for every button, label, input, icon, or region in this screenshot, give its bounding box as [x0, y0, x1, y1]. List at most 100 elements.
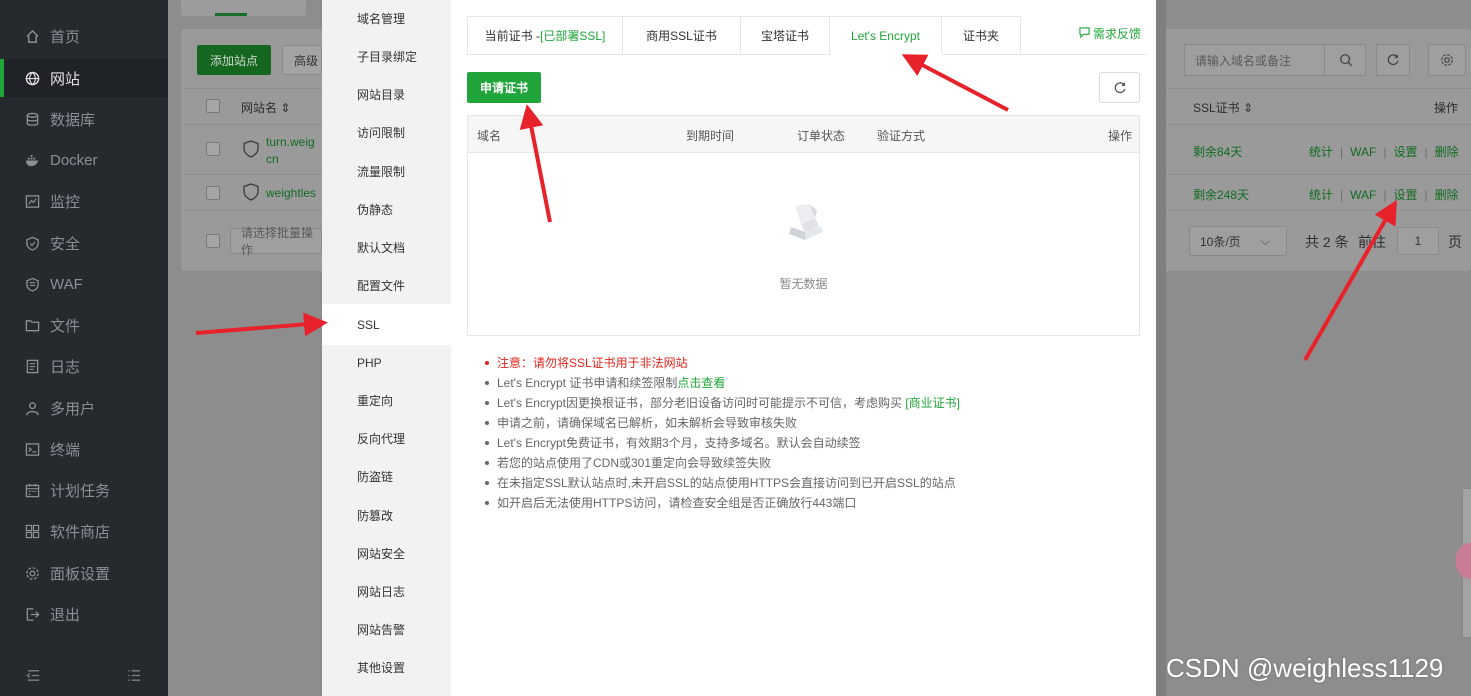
sidebar-item-store[interactable]: 软件商店	[0, 512, 168, 550]
sidebar-item-logout[interactable]: 退出	[0, 595, 168, 633]
menu-item-site-directory[interactable]: 网站目录	[322, 74, 451, 115]
note-item: 注意：请勿将SSL证书用于非法网站	[485, 353, 1135, 373]
sidebar-item-label: 软件商店	[50, 523, 111, 541]
collapse-icon[interactable]	[26, 668, 41, 687]
sidebar-item-files[interactable]: 文件	[0, 306, 168, 344]
batch-action-select[interactable]: 请选择批量操作	[230, 226, 322, 257]
settings-icon[interactable]	[1428, 44, 1466, 76]
settings-link[interactable]: 设置	[1393, 188, 1417, 202]
globe-icon	[25, 71, 40, 86]
select-all-checkbox[interactable]	[206, 99, 220, 113]
sidebar-item-label: Docker	[50, 151, 98, 169]
settings-link[interactable]: 设置	[1393, 145, 1417, 159]
stats-link[interactable]: 统计	[1309, 188, 1333, 202]
feedback-link[interactable]: 需求反馈	[1079, 25, 1141, 42]
sidebar-item-settings[interactable]: 面板设置	[0, 554, 168, 592]
batch-checkbox[interactable]	[206, 234, 220, 248]
waf-link[interactable]: WAF	[1350, 145, 1376, 159]
stats-link[interactable]: 统计	[1309, 145, 1333, 159]
calendar-icon	[25, 483, 40, 498]
menu-item-reverse-proxy[interactable]: 反向代理	[322, 418, 451, 459]
cert-table: 域名 到期时间 订单状态 验证方式 操作 暂无数据	[467, 115, 1140, 336]
site-name-link[interactable]: turn.weig cn	[266, 134, 315, 168]
site-name-link[interactable]: weightles	[266, 186, 316, 200]
search-icon[interactable]	[1324, 44, 1366, 76]
refresh-icon[interactable]	[1099, 72, 1140, 103]
menu-item-default-doc[interactable]: 默认文档	[322, 227, 451, 268]
sidebar-item-docker[interactable]: Docker	[0, 141, 168, 179]
page-size-select[interactable]: 10条/页 ⌵	[1189, 226, 1287, 256]
menu-item-site-security[interactable]: 网站安全	[322, 533, 451, 574]
sidebar-item-security[interactable]: 安全	[0, 224, 168, 262]
menu-item-subdirectory[interactable]: 子目录绑定	[322, 36, 451, 77]
tab-commercial-ssl[interactable]: 商用SSL证书	[623, 17, 741, 55]
empty-state-text: 暂无数据	[779, 277, 828, 291]
sidebar-item-label: 计划任务	[50, 482, 111, 500]
note-item: Let's Encrypt因更换根证书，部分老旧设备访问时可能提示不可信，考虑购…	[485, 393, 1135, 413]
note-item: 申请之前，请确保域名已解析，如未解析会导致审核失败	[485, 413, 1135, 433]
menu-item-site-alerts[interactable]: 网站告警	[322, 609, 451, 650]
feedback-icon	[1079, 26, 1090, 41]
row-checkbox[interactable]	[206, 186, 220, 200]
tabs-divider	[1020, 54, 1147, 55]
sidebar-item-waf[interactable]: WAF	[0, 265, 168, 303]
store-icon	[25, 524, 40, 539]
delete-link[interactable]: 删除	[1435, 145, 1459, 159]
terminal-icon	[25, 442, 40, 457]
menu-item-ssl[interactable]: SSL	[322, 304, 451, 345]
menu-item-redirect[interactable]: 重定向	[322, 380, 451, 421]
ssl-column-header[interactable]: SSL证书 ⇕	[1193, 99, 1253, 116]
refresh-list-icon[interactable]	[1376, 44, 1410, 76]
sidebar-item-home[interactable]: 首页	[0, 17, 168, 55]
note-item: Let's Encrypt免费证书，有效期3个月，支持多域名。默认会自动续签	[485, 433, 1135, 453]
menu-item-php[interactable]: PHP	[322, 342, 451, 383]
menu-item-config-file[interactable]: 配置文件	[322, 265, 451, 306]
ssl-remaining: 剩余248天	[1193, 188, 1250, 202]
menu-item-other-settings[interactable]: 其他设置	[322, 647, 451, 688]
delete-link[interactable]: 删除	[1435, 188, 1459, 202]
view-limits-link[interactable]: 点击查看	[677, 376, 725, 390]
menu-list-icon[interactable]	[127, 668, 142, 687]
sidebar-item-monitor[interactable]: 监控	[0, 182, 168, 220]
sidebar-item-label: 多用户	[50, 400, 96, 418]
page-number-input[interactable]: 1	[1397, 227, 1439, 255]
commercial-cert-link[interactable]: [商业证书]	[905, 396, 960, 410]
chevron-down-icon: ⌵	[1260, 233, 1270, 248]
waf-icon	[25, 277, 40, 292]
sidebar-item-terminal[interactable]: 终端	[0, 430, 168, 468]
note-item: 在未指定SSL默认站点时,未开启SSL的站点使用HTTPS会直接访问到已开启SS…	[485, 473, 1135, 493]
tab-letsencrypt[interactable]: Let's Encrypt	[830, 17, 942, 55]
sidebar-item-cron[interactable]: 计划任务	[0, 471, 168, 509]
add-site-button[interactable]: 添加站点	[197, 45, 271, 75]
sidebar-item-database[interactable]: 数据库	[0, 100, 168, 138]
apply-cert-button[interactable]: 申请证书	[467, 72, 541, 103]
log-icon	[25, 359, 40, 374]
sidebar-item-label: 退出	[50, 606, 81, 624]
advanced-button[interactable]: 高级	[282, 45, 322, 75]
sidebar-item-logs[interactable]: 日志	[0, 347, 168, 385]
ssl-tabs: 当前证书 - [已部署SSL] 商用SSL证书 宝塔证书 Let's Encry…	[467, 16, 1021, 55]
menu-item-hotlink[interactable]: 防盗链	[322, 456, 451, 497]
row-actions: 统计 | WAF | 设置 | 删除	[1309, 188, 1459, 202]
menu-item-site-logs[interactable]: 网站日志	[322, 571, 451, 612]
tab-cert-folder[interactable]: 证书夹	[942, 17, 1021, 55]
waf-link[interactable]: WAF	[1350, 188, 1376, 202]
shield-icon	[25, 236, 40, 251]
sidebar-item-multiuser[interactable]: 多用户	[0, 389, 168, 427]
tab-current-cert[interactable]: 当前证书 - [已部署SSL]	[468, 17, 623, 55]
sidebar-item-website[interactable]: 网站	[0, 59, 168, 97]
page-suffix: 页	[1448, 234, 1462, 250]
dialog-menu: 域名管理 子目录绑定 网站目录 访问限制 流量限制 伪静态 默认文档 配置文件 …	[322, 0, 451, 696]
row-checkbox[interactable]	[206, 142, 220, 156]
menu-item-rewrite[interactable]: 伪静态	[322, 189, 451, 230]
menu-item-domains[interactable]: 域名管理	[322, 0, 451, 39]
site-name-column-header[interactable]: 网站名 ⇕	[241, 99, 290, 116]
menu-item-traffic-limit[interactable]: 流量限制	[322, 151, 451, 192]
cert-table-header: 域名 到期时间 订单状态 验证方式 操作	[468, 116, 1139, 153]
sidebar-item-label: 面板设置	[50, 565, 111, 583]
column-expire: 到期时间	[686, 129, 735, 143]
menu-item-access-limit[interactable]: 访问限制	[322, 112, 451, 153]
menu-item-tamper-proof[interactable]: 防篡改	[322, 495, 451, 536]
note-item: 如开启后无法使用HTTPS访问，请检查安全组是否正确放行443端口	[485, 493, 1135, 513]
tab-baota-cert[interactable]: 宝塔证书	[741, 17, 830, 55]
